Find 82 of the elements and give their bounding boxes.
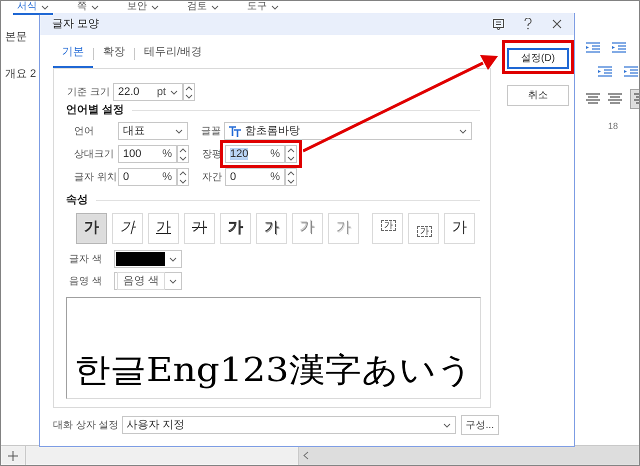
dialog-button[interactable]: 취소 — [507, 85, 569, 106]
settings-dropdown[interactable]: 사용자 지정 — [122, 416, 456, 434]
close-icon[interactable] — [552, 19, 562, 29]
field-label: 기준 크기 — [67, 86, 109, 100]
caret-icon — [41, 4, 49, 10]
attribute-button[interactable]: 가 — [76, 213, 107, 244]
chevron-up-icon — [179, 170, 187, 176]
configure-button[interactable]: 구성... — [460, 415, 499, 435]
spin-buttons[interactable] — [177, 145, 189, 163]
help-icon[interactable] — [524, 18, 532, 30]
indent-icon — [598, 65, 612, 77]
chevron-down-icon — [179, 178, 187, 184]
chevron-down-icon — [175, 128, 183, 134]
preview-text: 한글Eng123漢字あいう — [74, 353, 474, 386]
indent-icon — [624, 65, 638, 77]
align-icon — [586, 93, 600, 105]
menu-tab[interactable]: 쪽 — [73, 1, 103, 13]
chevron-left-icon — [303, 451, 309, 460]
chevron-down-icon — [179, 156, 187, 160]
spin-buttons[interactable] — [183, 83, 195, 101]
attribute-button[interactable]: 가 — [184, 213, 215, 244]
number-field[interactable]: 0 % — [225, 168, 285, 186]
chevron-up-icon — [179, 148, 187, 152]
field-label: 글자 위치 — [74, 170, 118, 184]
chevron-up-icon — [185, 86, 193, 90]
attribute-button[interactable]: 가 — [444, 213, 475, 244]
caret-icon — [271, 4, 279, 10]
color-dropdown[interactable] — [114, 250, 182, 268]
size-field[interactable]: 22.0 pt — [113, 83, 183, 101]
field-label: 음영 색 — [69, 274, 103, 288]
field-label: 언어 — [74, 124, 95, 138]
comment-icon — [493, 18, 504, 30]
attribute-button[interactable]: 가 — [408, 213, 439, 244]
dialog-button[interactable]: 설정(D) — [507, 48, 569, 69]
menu-tab[interactable]: 보안 — [123, 1, 163, 13]
tab[interactable]: 확장 — [94, 39, 134, 68]
section-heading: 속성 — [66, 193, 88, 208]
menu-tab[interactable]: 도구 — [243, 1, 283, 13]
spin-buttons[interactable] — [285, 145, 297, 163]
field-label: 글자 색 — [69, 252, 103, 266]
number-field[interactable]: 100 % — [118, 145, 177, 163]
field-label: 자간 — [202, 170, 223, 184]
attribute-button[interactable]: 가 — [220, 213, 251, 244]
caret-icon — [211, 4, 219, 10]
number-field[interactable]: 0 % — [118, 168, 177, 186]
spin-buttons[interactable] — [177, 168, 189, 186]
plus-icon — [8, 450, 18, 460]
caret-icon — [91, 4, 99, 10]
chevron-down-icon — [287, 178, 295, 184]
indent-icon — [612, 41, 626, 53]
ruler-mark: 18 — [608, 120, 618, 133]
horizontal-scrollbar[interactable] — [298, 446, 639, 465]
field-label: 상대크기 — [74, 148, 115, 162]
style-item[interactable]: 개요 2 — [5, 66, 41, 82]
chevron-down-icon — [169, 256, 177, 262]
chevron-down-icon — [459, 128, 467, 134]
attribute-button[interactable]: 가 — [372, 213, 403, 244]
font-dropdown[interactable]: 함초롬바탕 — [224, 122, 472, 140]
chevron-up-icon — [287, 170, 295, 176]
style-item[interactable]: 본문 — [5, 29, 41, 46]
attribute-button[interactable]: 가 — [112, 213, 143, 244]
language-dropdown[interactable]: 대표 — [118, 122, 188, 140]
field-label: 대화 상자 설정 — [53, 418, 119, 432]
chevron-down-icon — [169, 278, 177, 284]
window-title: 글자 모양 — [52, 16, 100, 32]
field-label: 글꼴 — [201, 124, 222, 138]
section-heading: 언어별 설정 — [66, 103, 124, 118]
tab[interactable]: 테두리/배경 — [135, 39, 212, 68]
shade-dropdown[interactable]: 음영 색 — [114, 272, 182, 290]
chevron-down-icon — [442, 422, 451, 428]
attribute-button[interactable]: 가 — [148, 213, 179, 244]
chevron-up-icon — [287, 148, 295, 152]
chevron-down-icon — [287, 156, 295, 160]
spin-buttons[interactable] — [285, 168, 297, 186]
menu-tab[interactable]: 검토 — [183, 1, 223, 13]
caret-icon — [151, 4, 159, 10]
attribute-button[interactable]: 가 — [256, 213, 287, 244]
attribute-button[interactable]: 가 — [292, 213, 323, 244]
indent-icon — [586, 41, 600, 53]
align-icon — [608, 93, 622, 105]
number-field[interactable]: 120 % — [225, 145, 285, 163]
font-type-icon — [229, 126, 241, 136]
